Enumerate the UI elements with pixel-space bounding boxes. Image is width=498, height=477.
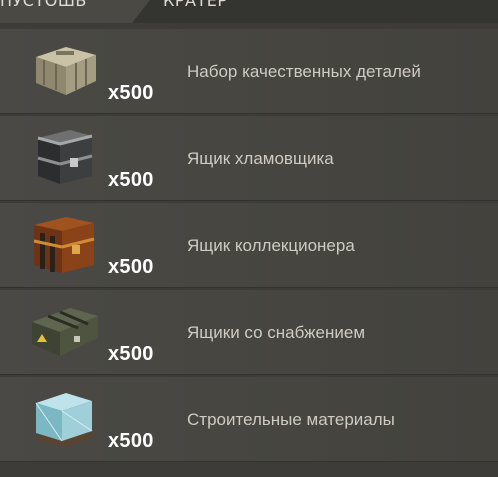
tab-crater[interactable]: КРАТЕР [138, 0, 288, 23]
item-quantity: x500 [108, 169, 154, 191]
list-item[interactable]: x500 Набор качественных деталей [0, 29, 498, 114]
item-label: Ящики со снабжением [187, 323, 366, 342]
tab-crater-label: КРАТЕР [163, 0, 228, 10]
list-item[interactable]: x500 Ящик коллекционера [0, 203, 498, 288]
item-quantity: x500 [108, 256, 154, 278]
item-quantity: x500 [108, 82, 154, 104]
building-materials-icon [34, 393, 96, 447]
item-quantity: x500 [108, 343, 154, 365]
list-item[interactable]: x500 Строительные материалы [0, 377, 498, 462]
list-item[interactable]: x500 Ящики со снабжением [0, 290, 498, 375]
tab-wasteland[interactable]: ПУСТОШЬ [0, 0, 150, 23]
item-label: Строительные материалы [187, 410, 395, 429]
toolbox-crate-icon [36, 47, 96, 95]
item-quantity: x500 [108, 430, 154, 452]
item-label: Набор качественных деталей [187, 62, 421, 81]
item-label: Ящик коллекционера [187, 236, 355, 255]
tab-wasteland-label: ПУСТОШЬ [0, 0, 87, 10]
reward-list: x500 Набор качественных деталей x500 Ящи… [0, 29, 498, 464]
supply-crate-icon [32, 308, 98, 356]
item-label: Ящик хламовщика [187, 149, 334, 168]
collector-chest-icon [33, 217, 95, 273]
location-tab-bar: ПУСТОШЬ КРАТЕР [0, 0, 498, 23]
list-item[interactable]: x500 Ящик хламовщика [0, 116, 498, 201]
scavenger-chest-icon [37, 130, 93, 184]
